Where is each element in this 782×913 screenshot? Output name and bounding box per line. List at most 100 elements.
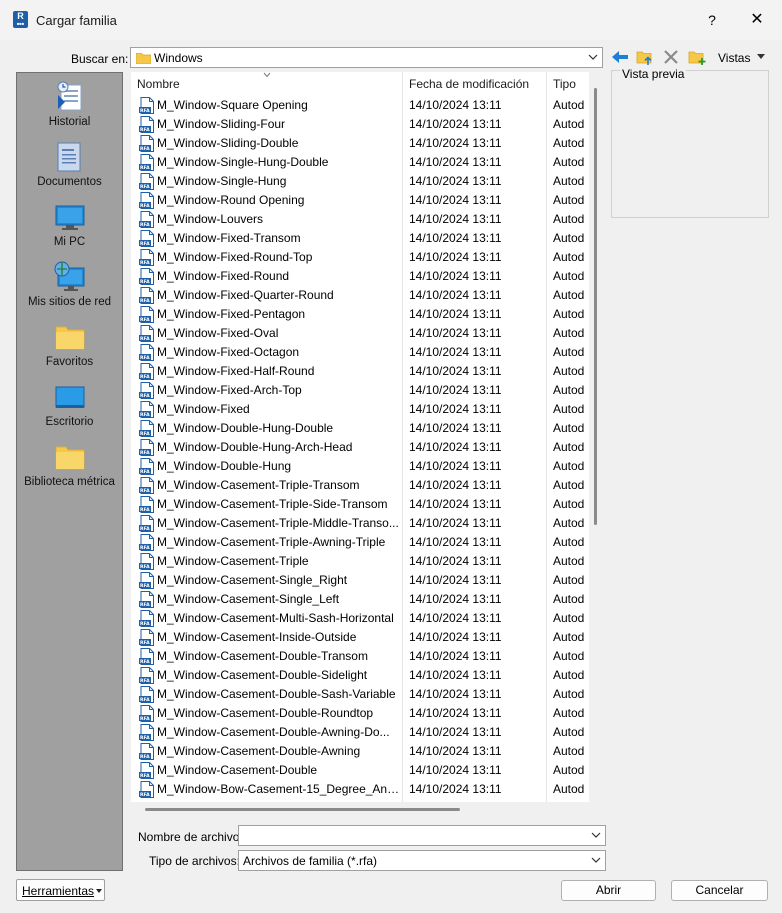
open-button[interactable]: Abrir <box>561 880 656 901</box>
rfa-file-icon: RFA <box>139 705 154 722</box>
file-row[interactable]: RFA M_Window-Double-Hung-Arch-Head 14/10/2… <box>131 438 589 457</box>
file-row[interactable]: RFA M_Window-Sliding-Four 14/10/2024 13:11… <box>131 115 589 134</box>
file-row[interactable]: RFA M_Window-Casement-Triple-Awning-Tripl… <box>131 533 589 552</box>
column-header-type[interactable]: Tipo <box>553 77 576 91</box>
chevron-down-icon[interactable] <box>591 855 601 865</box>
rfa-file-icon: RFA <box>139 629 154 646</box>
chevron-down-icon[interactable] <box>591 830 601 840</box>
file-row[interactable]: RFA M_Window-Louvers 14/10/2024 13:11 Autod <box>131 210 589 229</box>
chevron-down-icon[interactable] <box>588 52 598 62</box>
file-row[interactable]: RFA M_Window-Fixed-Half-Round 14/10/2024 1… <box>131 362 589 381</box>
file-type: Autod <box>553 231 585 245</box>
file-name: M_Window-Double-Hung <box>157 459 292 473</box>
new-folder-icon[interactable] <box>688 48 706 66</box>
file-name: M_Window-Double-Hung-Double <box>157 421 334 435</box>
file-row[interactable]: RFA M_Window-Casement-Double-Sidelight 14/… <box>131 666 589 685</box>
place-network[interactable]: Mis sitios de red <box>17 255 122 315</box>
file-row[interactable]: RFA M_Window-Fixed 14/10/2024 13:11 Autod <box>131 400 589 419</box>
svg-text:RFA: RFA <box>140 526 150 532</box>
file-date: 14/10/2024 13:11 <box>409 212 502 226</box>
svg-text:RFA: RFA <box>140 279 150 285</box>
place-desktop[interactable]: Escritorio <box>17 375 122 435</box>
file-row[interactable]: RFA M_Window-Sliding-Double 14/10/2024 13:… <box>131 134 589 153</box>
file-date: 14/10/2024 13:11 <box>409 706 502 720</box>
file-name: M_Window-Fixed-Round-Top <box>157 250 313 264</box>
file-row[interactable]: RFA M_Window-Casement-Multi-Sash-Horizont… <box>131 609 589 628</box>
file-name: M_Window-Casement-Double-Awning-Do... <box>157 725 390 739</box>
views-menu[interactable]: Vistas <box>718 51 750 65</box>
filetype-dropdown[interactable]: Archivos de familia (*.rfa) <box>238 850 606 871</box>
help-button[interactable]: ? <box>702 9 722 31</box>
file-row[interactable]: RFA M_Window-Casement-Double-Awning-Do...… <box>131 723 589 742</box>
column-header-date[interactable]: Fecha de modificación <box>409 77 529 91</box>
file-row[interactable]: RFA M_Window-Fixed-Round 14/10/2024 13:11 A… <box>131 267 589 286</box>
file-row[interactable]: RFA M_Window-Square Opening 14/10/2024 13:… <box>131 96 589 115</box>
file-row[interactable]: RFA M_Window-Casement-Triple 14/10/2024 13… <box>131 552 589 571</box>
views-dropdown-arrow-icon[interactable] <box>757 54 765 59</box>
file-row[interactable]: RFA M_Window-Single-Hung-Double 14/10/2024… <box>131 153 589 172</box>
file-name: M_Window-Casement-Single_Right <box>157 573 348 587</box>
file-type: Autod <box>553 763 585 777</box>
file-row[interactable]: RFA M_Window-Casement-Triple-Side-Transom… <box>131 495 589 514</box>
place-favorites[interactable]: Favoritos <box>17 315 122 375</box>
file-row[interactable]: RFA M_Window-Fixed-Pentagon 14/10/2024 13:… <box>131 305 589 324</box>
file-list[interactable]: Nombre Fecha de modificación Tipo RFA M_W… <box>131 72 589 802</box>
horizontal-scrollbar[interactable] <box>145 808 460 811</box>
tools-button-label: Herramientas <box>22 884 95 898</box>
file-row[interactable]: RFA M_Window-Fixed-Transom 14/10/2024 13:1… <box>131 229 589 248</box>
file-row[interactable]: RFA M_Window-Casement-Single_Right 14/10/2… <box>131 571 589 590</box>
file-name: M_Window-Fixed-Quarter-Round <box>157 288 334 302</box>
file-row[interactable]: RFA M_Window-Double-Hung 14/10/2024 13:11 A… <box>131 457 589 476</box>
file-name: M_Window-Fixed-Transom <box>157 231 301 245</box>
file-name: M_Window-Casement-Inside-Outside <box>157 630 357 644</box>
file-row[interactable]: RFA M_Window-Fixed-Arch-Top 14/10/2024 13:… <box>131 381 589 400</box>
rfa-file-icon: RFA <box>139 401 154 418</box>
delete-icon[interactable] <box>662 48 680 66</box>
file-row[interactable]: RFA M_Window-Bow-Casement-15_Degree_Angle… <box>131 780 589 799</box>
file-row[interactable]: RFA M_Window-Casement-Inside-Outside 14/10… <box>131 628 589 647</box>
file-row[interactable]: RFA M_Window-Fixed-Octagon 14/10/2024 13:1… <box>131 343 589 362</box>
back-arrow-icon[interactable] <box>611 49 629 65</box>
revit-app-icon: R ■■■ <box>13 11 28 28</box>
vertical-scrollbar[interactable] <box>594 88 597 525</box>
file-date: 14/10/2024 13:11 <box>409 535 502 549</box>
file-type: Autod <box>553 725 585 739</box>
lookin-value: Windows <box>154 51 203 65</box>
file-row[interactable]: RFA M_Window-Fixed-Round-Top 14/10/2024 13… <box>131 248 589 267</box>
place-my-pc[interactable]: Mi PC <box>17 195 122 255</box>
file-row[interactable]: RFA M_Window-Single-Hung 14/10/2024 13:11 A… <box>131 172 589 191</box>
rfa-file-icon: RFA <box>139 762 154 779</box>
file-type: Autod <box>553 706 585 720</box>
tools-button[interactable]: Herramientas <box>16 879 105 901</box>
file-row[interactable]: RFA M_Window-Casement-Triple-Transom 14/10… <box>131 476 589 495</box>
column-header-name[interactable]: Nombre <box>137 77 180 91</box>
file-row[interactable]: RFA M_Window-Casement-Double 14/10/2024 13… <box>131 761 589 780</box>
up-folder-icon[interactable] <box>636 48 654 66</box>
place-history[interactable]: Historial <box>17 75 122 135</box>
svg-text:RFA: RFA <box>140 792 150 798</box>
file-row[interactable]: RFA M_Window-Casement-Single_Left 14/10/20… <box>131 590 589 609</box>
file-row[interactable]: RFA M_Window-Casement-Double-Sash-Variabl… <box>131 685 589 704</box>
file-date: 14/10/2024 13:11 <box>409 478 502 492</box>
cancel-button[interactable]: Cancelar <box>671 880 768 901</box>
file-row[interactable]: RFA M_Window-Casement-Double-Awning 14/10/… <box>131 742 589 761</box>
documents-icon <box>57 142 81 172</box>
place-metric-library[interactable]: Biblioteca métrica <box>17 435 122 495</box>
file-row[interactable]: RFA M_Window-Double-Hung-Double 14/10/2024… <box>131 419 589 438</box>
file-name: M_Window-Sliding-Four <box>157 117 286 131</box>
file-row[interactable]: RFA M_Window-Fixed-Quarter-Round 14/10/202… <box>131 286 589 305</box>
filename-input[interactable] <box>238 825 606 846</box>
file-type: Autod <box>553 174 585 188</box>
file-row[interactable]: RFA M_Window-Casement-Triple-Middle-Trans… <box>131 514 589 533</box>
close-button[interactable]: ✕ <box>746 9 768 31</box>
file-row[interactable]: RFA M_Window-Casement-Double-Roundtop 14/1… <box>131 704 589 723</box>
place-documents[interactable]: Documentos <box>17 135 122 195</box>
file-row[interactable]: RFA M_Window-Casement-Double-Transom 14/10… <box>131 647 589 666</box>
lookin-dropdown[interactable]: Windows <box>130 47 603 68</box>
place-label: Documentos <box>37 176 102 188</box>
file-row[interactable]: RFA M_Window-Round Opening 14/10/2024 13:1… <box>131 191 589 210</box>
places-bar: Historial Documentos Mi PC Mis sitios de… <box>16 72 123 871</box>
svg-text:RFA: RFA <box>140 431 150 437</box>
file-row[interactable]: RFA M_Window-Fixed-Oval 14/10/2024 13:11 Au… <box>131 324 589 343</box>
file-type: Autod <box>553 535 585 549</box>
